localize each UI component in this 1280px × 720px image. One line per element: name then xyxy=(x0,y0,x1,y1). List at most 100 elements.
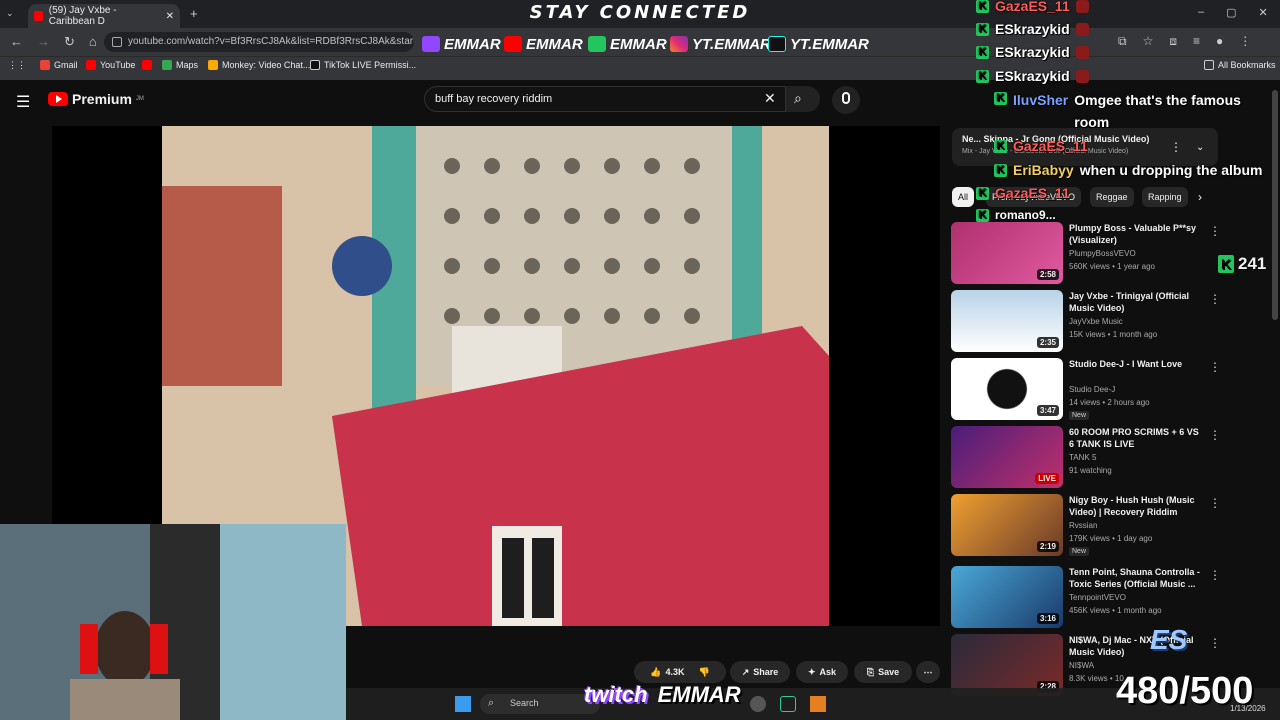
forward-icon[interactable]: → xyxy=(37,34,50,50)
ask-button[interactable]: ✦ Ask xyxy=(796,661,848,683)
video-title[interactable]: Studio Dee-J - I Want Love xyxy=(1069,358,1201,370)
video-meta: 179K views • 1 day ago xyxy=(1069,534,1153,543)
video-menu-icon[interactable]: ⋮ xyxy=(1209,428,1221,442)
profile-avatar[interactable]: ● xyxy=(1216,34,1223,49)
new-badge: New xyxy=(1069,547,1090,556)
nav-buttons: ← → ↻ ⌂ xyxy=(10,34,97,50)
browser-tab-active[interactable]: (59) Jay Vxbe - Caribbean D ✕ xyxy=(28,4,180,28)
browser-menu-icon[interactable]: ⋮ xyxy=(1239,34,1251,49)
chat-text: Omgee that's the famous room xyxy=(1074,92,1241,130)
save-button[interactable]: ⎘ Save xyxy=(854,661,912,683)
reload-icon[interactable]: ↻ xyxy=(64,34,75,50)
channel-name[interactable]: TennpointVEVO xyxy=(1069,593,1126,602)
app-taskbar-icon-2[interactable] xyxy=(810,696,826,712)
save-icon: ⎘ xyxy=(866,666,875,677)
bookmark-tiktok[interactable]: TikTok LIVE Permissi... xyxy=(310,60,416,70)
video-duration: 2:19 xyxy=(1036,541,1059,552)
logo-text: Premium xyxy=(72,91,132,107)
bookmark-monkey[interactable]: Monkey: Video Chat... xyxy=(208,60,310,70)
recommended-video[interactable]: 3:16 Tenn Point, Shauna Controlla - Toxic… xyxy=(951,566,1251,630)
video-menu-icon[interactable]: ⋮ xyxy=(1209,292,1221,306)
expand-playlist-icon[interactable]: ⌄ xyxy=(1196,142,1204,153)
channel-name[interactable]: Studio Dee-J xyxy=(1069,385,1115,394)
youtube-logo[interactable]: Premium JM xyxy=(48,91,144,107)
chat-message: K ESkrazykid xyxy=(976,21,1089,37)
viewer-count: 241 xyxy=(1238,254,1267,273)
extensions-icon[interactable]: ⧈ xyxy=(1169,34,1177,49)
all-bookmarks[interactable]: All Bookmarks xyxy=(1204,60,1276,70)
video-menu-icon[interactable]: ⋮ xyxy=(1209,496,1221,510)
video-thumbnail[interactable]: 2:58 xyxy=(951,222,1063,284)
chip-all[interactable]: All xyxy=(952,187,975,207)
recommended-video[interactable]: LIVE 60 ROOM PRO SCRIMS + 6 VS 6 TANK IS … xyxy=(951,426,1251,490)
share-button[interactable]: ↗ Share xyxy=(730,661,790,683)
bookmark-youtube[interactable]: YouTube xyxy=(86,60,135,70)
chrome-taskbar-icon[interactable] xyxy=(750,696,766,712)
video-thumbnail[interactable]: 2:35 xyxy=(951,290,1063,352)
new-tab-icon[interactable]: + xyxy=(190,6,198,21)
more-actions-icon[interactable]: ⋯ xyxy=(916,661,940,683)
channel-name[interactable]: NI$WA xyxy=(1069,661,1094,670)
video-thumbnail[interactable]: 2:28 xyxy=(951,634,1063,696)
close-tab-icon[interactable]: ✕ xyxy=(166,11,174,22)
chips-next-icon[interactable]: › xyxy=(1198,190,1202,204)
clear-search-icon[interactable]: ✕ xyxy=(764,90,776,107)
tiktok-icon xyxy=(768,36,786,52)
playlist-menu-icon[interactable]: ⋮ xyxy=(1170,140,1182,154)
bookmark-label: Monkey: Video Chat... xyxy=(222,60,311,70)
site-info-icon[interactable] xyxy=(112,37,122,47)
video-title[interactable]: Jay Vxbe - Trinigyal (Official Music Vid… xyxy=(1069,290,1201,314)
channel-name[interactable]: TANK 5 xyxy=(1069,453,1096,462)
video-thumbnail[interactable]: 2:19 xyxy=(951,494,1063,556)
like-icon[interactable]: 👍 xyxy=(650,667,661,678)
bookmark-youtube-2[interactable] xyxy=(142,60,152,70)
video-title[interactable]: Plumpy Boss - Valuable P**sy (Visualizer… xyxy=(1069,222,1201,246)
video-menu-icon[interactable]: ⋮ xyxy=(1209,568,1221,582)
back-icon[interactable]: ← xyxy=(10,34,23,50)
video-title[interactable]: Tenn Point, Shauna Controlla - Toxic Ser… xyxy=(1069,566,1201,590)
social-tiktok: YT.EMMAR xyxy=(768,34,869,54)
chip-reggae[interactable]: Reggae xyxy=(1090,187,1134,207)
cast-icon[interactable]: ⧉ xyxy=(1118,34,1127,49)
video-menu-icon[interactable]: ⋮ xyxy=(1209,636,1221,650)
kick-badge-icon: K xyxy=(994,139,1007,153)
chip-rapping[interactable]: Rapping xyxy=(1142,187,1188,207)
dislike-icon[interactable]: 👎 xyxy=(699,667,710,678)
sidebar-scrollbar[interactable] xyxy=(1272,90,1278,320)
video-thumbnail[interactable]: LIVE xyxy=(951,426,1063,488)
like-dislike-group: 👍 4.3K 👎 xyxy=(634,661,726,683)
recommended-video[interactable]: 2:19 Nigy Boy - Hush Hush (Music Video) |… xyxy=(951,494,1251,558)
apps-icon[interactable]: ⋮⋮ xyxy=(8,60,26,71)
bookmark-maps[interactable]: Maps xyxy=(162,60,198,70)
recommended-video[interactable]: 3:47 Studio Dee-J - I Want Love Studio Dee… xyxy=(951,358,1251,422)
windows-start-icon[interactable] xyxy=(455,696,471,712)
channel-name[interactable]: JayVxbe Music xyxy=(1069,317,1123,326)
bookmark-gmail[interactable]: Gmail xyxy=(40,60,78,70)
video-title[interactable]: Nigy Boy - Hush Hush (Music Video) | Rec… xyxy=(1069,494,1201,518)
reading-list-icon[interactable]: ≡ xyxy=(1193,34,1200,49)
maximize-icon[interactable]: ▢ xyxy=(1226,6,1236,19)
video-duration: 3:16 xyxy=(1036,613,1059,624)
minimize-icon[interactable]: – xyxy=(1198,6,1204,19)
video-thumbnail[interactable]: 3:16 xyxy=(951,566,1063,628)
search-button[interactable] xyxy=(786,86,820,112)
address-bar[interactable]: youtube.com/watch?v=Bf3RrsCJ8Ak&list=RDB… xyxy=(104,32,414,52)
app-taskbar-icon[interactable] xyxy=(780,696,796,712)
home-icon[interactable]: ⌂ xyxy=(89,34,97,50)
recommended-video[interactable]: 2:58 Plumpy Boss - Valuable P**sy (Visual… xyxy=(951,222,1251,286)
close-window-icon[interactable]: ✕ xyxy=(1259,6,1268,19)
video-duration: LIVE xyxy=(1035,473,1059,484)
video-meta: 560K views • 1 year ago xyxy=(1069,262,1155,271)
video-menu-icon[interactable]: ⋮ xyxy=(1209,360,1221,374)
search-input[interactable]: buff bay recovery riddim xyxy=(424,86,786,112)
video-title[interactable]: 60 ROOM PRO SCRIMS + 6 VS 6 TANK IS LIVE xyxy=(1069,426,1201,450)
hamburger-menu-icon[interactable]: ☰ xyxy=(16,92,30,112)
taskbar-search[interactable]: Search xyxy=(480,694,600,714)
video-thumbnail[interactable]: 3:47 xyxy=(951,358,1063,420)
tab-search-icon[interactable]: ⌄ xyxy=(6,8,20,20)
channel-name[interactable]: Rvssian xyxy=(1069,521,1097,530)
recommended-video[interactable]: 2:35 Jay Vxbe - Trinigyal (Official Music… xyxy=(951,290,1251,354)
channel-name[interactable]: PlumpyBossVEVO xyxy=(1069,249,1136,258)
video-menu-icon[interactable]: ⋮ xyxy=(1209,224,1221,238)
bookmark-star-icon[interactable]: ☆ xyxy=(1143,34,1154,49)
